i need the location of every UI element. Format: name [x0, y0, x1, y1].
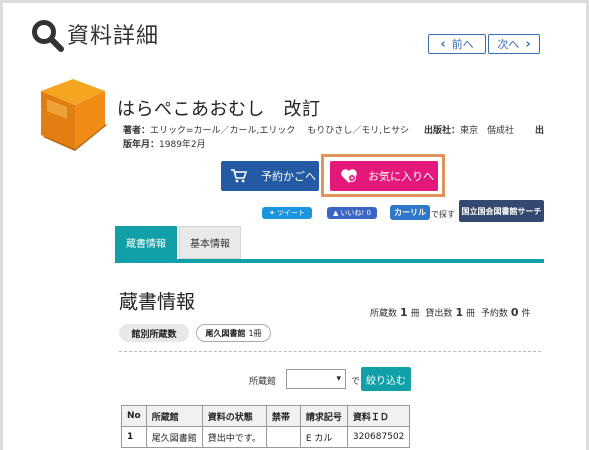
table-cell: 320687502: [346, 426, 411, 448]
table-row: 1 尾久図書館 貸出中です。 E カル 320687502: [121, 426, 411, 448]
holdings-counts: 所蔵数 1 冊 貸出数 1 冊 予約数 0 件: [370, 306, 531, 319]
cart-label: 予約かごへ: [261, 170, 316, 183]
column-header: 所蔵館: [145, 405, 203, 427]
filter-de-text: で: [351, 377, 361, 387]
add-to-cart-button[interactable]: 予約かごへ: [221, 161, 319, 191]
thumbs-up-icon: ▲: [333, 209, 339, 217]
tab-basic-info[interactable]: 基本情報: [179, 226, 241, 259]
author-value: エリック=カール／カール,エリック もりひさし／モリ,ヒサシ: [150, 126, 410, 136]
add-to-favorites-button[interactable]: お気に入りへ: [330, 161, 438, 191]
book-meta-line1: 著者：エリック=カール／カール,エリック もりひさし／モリ,ヒサシ: [123, 123, 409, 136]
page: 資料詳細 ‹ 前へ 次へ › はらぺこあおむし 改訂 著者：エリック=カール／カ…: [3, 3, 586, 450]
table-cell: 貸出中です。: [201, 426, 267, 448]
table-header-row: No 所蔵館 資料の状態 禁帯 請求記号 資料ＩＤ: [121, 405, 411, 427]
publisher-value: 東京 偕成社: [460, 126, 515, 136]
column-header: 禁帯: [265, 405, 301, 427]
calil-suffix: で探す: [431, 210, 455, 219]
next-button[interactable]: 次へ ›: [488, 34, 540, 54]
date-value: 1989年2月: [159, 140, 206, 150]
favorite-label: お気に入りへ: [368, 170, 434, 183]
page-title: 資料詳細: [67, 24, 160, 49]
column-header: No: [121, 405, 147, 427]
column-header: 請求記号: [299, 405, 348, 427]
tab-underline: [115, 259, 544, 263]
publisher-meta: 出版社：東京 偕成社: [424, 123, 514, 136]
publisher-label: 出版社：: [424, 126, 461, 136]
divider: [119, 351, 541, 352]
publisher-overflow: 出: [535, 126, 545, 136]
author-label: 著者：: [123, 126, 151, 136]
cart-icon: [231, 169, 247, 183]
tweet-button[interactable]: ✦ ツイート: [262, 207, 312, 219]
book-icon: [41, 79, 107, 151]
table-cell: E カル: [299, 426, 348, 448]
ndl-search-button[interactable]: 国立国会図書館サーチ: [459, 200, 544, 222]
holdings-title: 蔵書情報: [119, 291, 196, 313]
column-header: 資料の状態: [201, 405, 267, 427]
tab-holdings[interactable]: 蔵書情報: [115, 226, 177, 259]
calil-button[interactable]: カーリル: [390, 205, 430, 220]
filter-button[interactable]: 絞り込む: [361, 367, 411, 391]
by-library-pill[interactable]: 館別所蔵数: [119, 324, 189, 342]
table-cell: 1: [121, 426, 147, 448]
date-label: 版年月：: [123, 140, 160, 150]
twitter-bird-icon: ✦: [269, 209, 275, 217]
library-select[interactable]: ▾: [286, 369, 346, 389]
holdings-table: No 所蔵館 資料の状態 禁帯 請求記号 資料ＩＤ 1 尾久図書館 貸出中です。…: [121, 405, 411, 448]
publish-date: 版年月：1989年2月: [123, 137, 206, 150]
search-icon: [32, 20, 64, 52]
facebook-like-button[interactable]: ▲ いいね! 0: [327, 207, 377, 219]
heart-icon: [341, 169, 357, 183]
book-title: はらぺこあおむし 改訂: [117, 99, 321, 120]
prev-button[interactable]: ‹ 前へ: [428, 34, 486, 54]
chevron-left-icon: ‹: [440, 36, 446, 52]
filter-label: 所蔵館: [249, 377, 277, 387]
column-header: 資料ＩＤ: [346, 405, 411, 427]
chevron-right-icon: ›: [525, 36, 531, 52]
library-pill[interactable]: 尾久図書館 1冊: [196, 324, 271, 342]
chevron-down-icon: ▾: [336, 374, 341, 384]
table-cell: [265, 426, 301, 448]
next-label: 次へ: [497, 38, 520, 51]
table-cell: 尾久図書館: [145, 426, 203, 448]
prev-label: 前へ: [451, 38, 474, 51]
